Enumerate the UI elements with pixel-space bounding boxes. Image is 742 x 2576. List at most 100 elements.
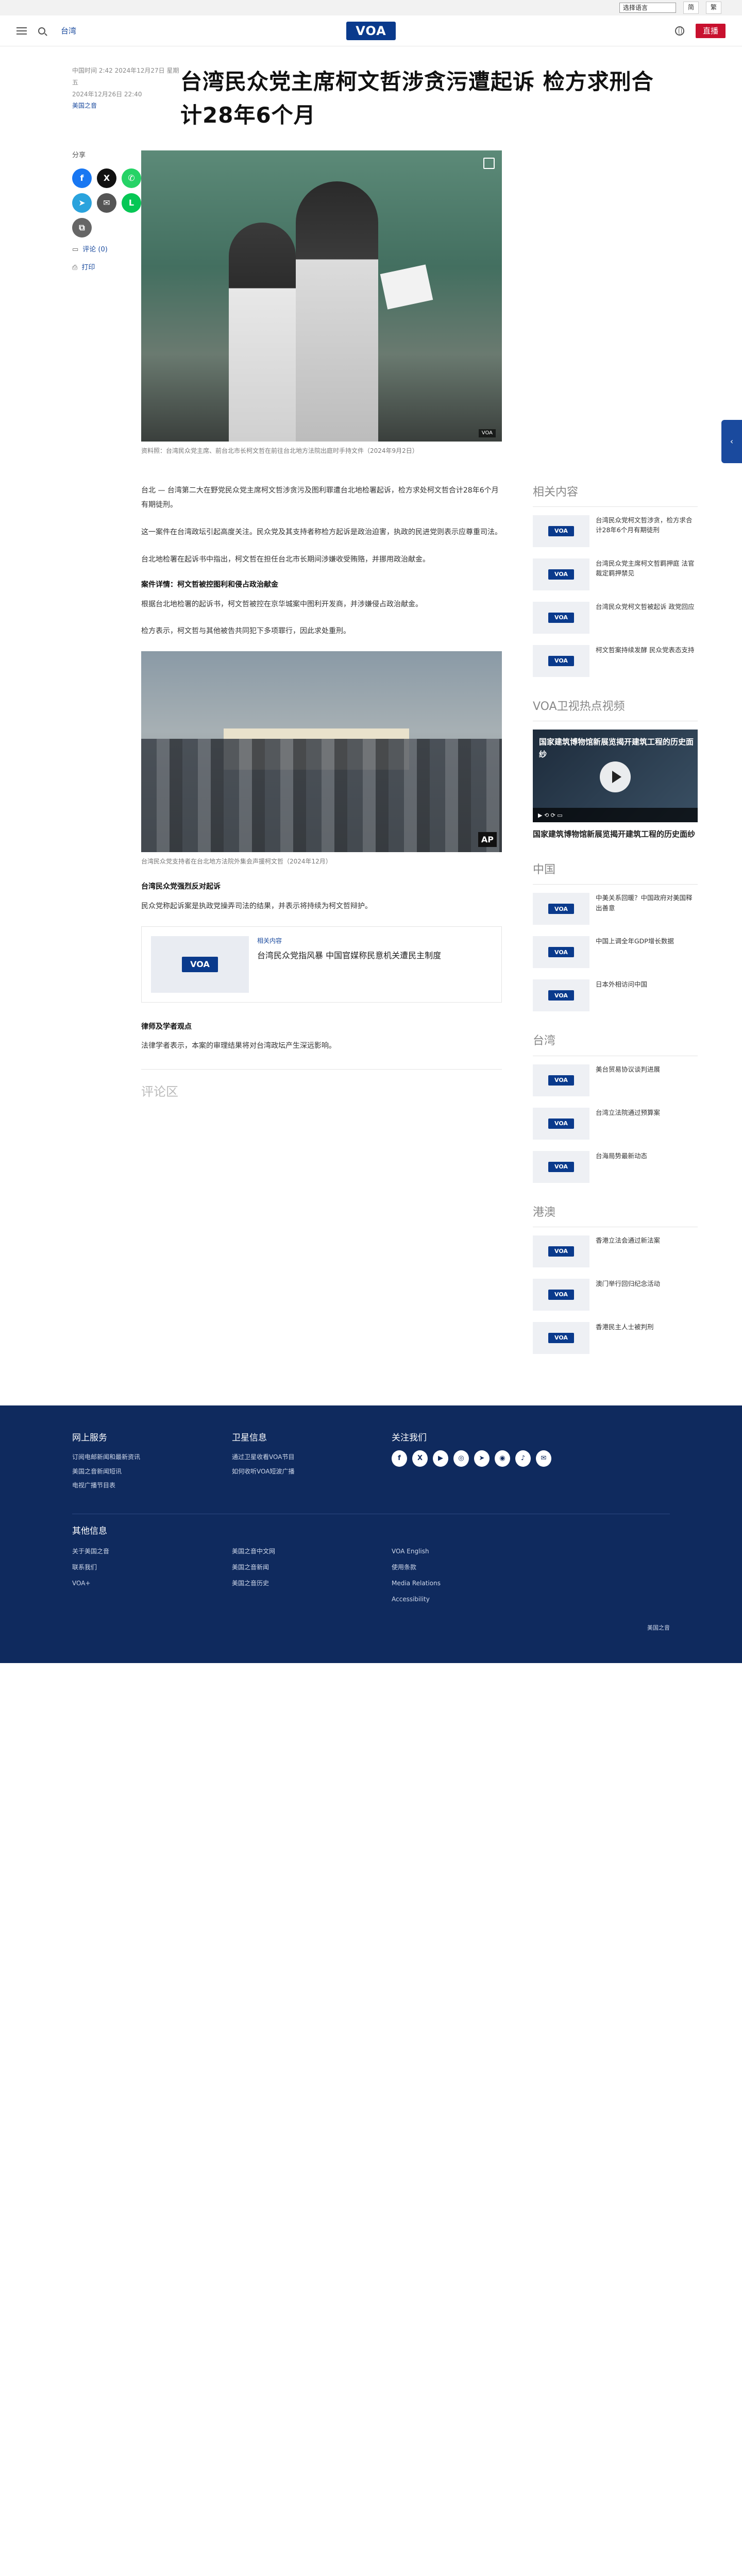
- footer-link[interactable]: 美国之音历史: [232, 1575, 392, 1591]
- footer-link[interactable]: [551, 1544, 670, 1560]
- related-card-title: 台湾民众党指风暴 中国官媒称民意机关遭民主制度: [257, 950, 442, 960]
- sidebar-item[interactable]: VOA 澳门举行回归纪念活动: [533, 1278, 698, 1311]
- traditional-button[interactable]: 繁: [705, 2, 721, 14]
- copyright: 美国之音: [647, 1624, 670, 1631]
- footer-link[interactable]: [551, 1560, 670, 1575]
- section-heading: 台湾民众党强烈反对起诉: [141, 883, 221, 891]
- voa-logo: VOA: [548, 569, 574, 580]
- sidebar-item[interactable]: VOA 美台贸易协议谈判进展: [533, 1064, 698, 1096]
- updated-date: 中国时间 2:42 2024年12月27日 星期五: [72, 67, 179, 86]
- sidebar-item[interactable]: VOA 台湾民众党主席柯文哲羁押庭 法官裁定羁押禁见: [533, 558, 698, 590]
- crowd: [141, 739, 502, 853]
- footer-link[interactable]: 电视广播节目表: [72, 1479, 232, 1493]
- menu-icon[interactable]: [16, 27, 27, 35]
- comment-section: 评论区: [141, 1069, 502, 1110]
- video-controls[interactable]: ▶ ⟲ ⟳ ▭: [533, 807, 698, 822]
- voa-logo: VOA: [182, 956, 218, 972]
- voa-logo: VOA: [548, 904, 574, 914]
- language-select[interactable]: 选择语言: [619, 3, 676, 13]
- share-sidebar: 分享 f X ✆ ➤ ✉ L ⧉ ▭ 评论 (0) ⎙ 打印: [72, 150, 141, 1375]
- footer-link[interactable]: 订阅电邮新闻和最新资讯: [72, 1450, 232, 1465]
- voa-logo: VOA: [548, 947, 574, 958]
- globe-icon[interactable]: [674, 26, 684, 36]
- author-link[interactable]: 美国之音: [72, 100, 180, 112]
- related-card-label: 相关内容: [257, 937, 282, 944]
- section-link[interactable]: 台湾: [61, 25, 76, 37]
- voa-logo: VOA: [548, 655, 574, 666]
- paragraph: 这一案件在台湾政坛引起高度关注。民众党及其支持者称检方起诉是政治迫害，执政的民进…: [141, 528, 502, 536]
- footer-link[interactable]: VOA English: [392, 1544, 551, 1560]
- chevron-left-icon: ‹: [730, 436, 734, 447]
- voa-logo[interactable]: VOA: [346, 22, 396, 40]
- voa-logo: VOA: [548, 1246, 574, 1257]
- x-icon[interactable]: X: [412, 1450, 428, 1467]
- paragraph: 法律学者表示，本案的审理结果将对台湾政坛产生深远影响。: [141, 1041, 336, 1050]
- footer-heading: 其他信息: [72, 1526, 107, 1536]
- email-icon[interactable]: ✉: [97, 193, 116, 213]
- sidebar-item[interactable]: VOA 香港民主人士被判刑: [533, 1321, 698, 1354]
- footer-link[interactable]: 使用条款: [392, 1560, 551, 1575]
- footer-link[interactable]: Accessibility: [392, 1591, 551, 1607]
- telegram-icon[interactable]: ➤: [474, 1450, 490, 1467]
- sidebar-item[interactable]: VOA 日本外相访问中国: [533, 979, 698, 1012]
- search-icon[interactable]: [38, 27, 45, 35]
- video-caption[interactable]: 国家建筑博物馆新展览揭开建筑工程的历史面纱: [533, 828, 698, 840]
- sidebar-item[interactable]: VOA 柯文哲案持续发酵 民众党表态支持: [533, 645, 698, 677]
- sidebar-item[interactable]: VOA 台湾民众党柯文哲被起诉 政党回应: [533, 601, 698, 634]
- voa-logo: VOA: [548, 1289, 574, 1300]
- live-button[interactable]: 直播: [695, 23, 726, 38]
- related-card[interactable]: VOA 相关内容 台湾民众党指风暴 中国官媒称民意机关遭民主制度: [141, 926, 502, 1003]
- paragraph: 台北 — 台湾第二大在野党民众党主席柯文哲涉贪污及图利罪遭台北地检署起诉，检方求…: [141, 486, 499, 510]
- email-icon[interactable]: ✉: [536, 1450, 551, 1467]
- rss-icon[interactable]: ◉: [495, 1450, 510, 1467]
- play-icon[interactable]: [600, 761, 631, 792]
- sidebar-item[interactable]: VOA 中国上调全年GDP增长数据: [533, 936, 698, 969]
- floating-panel-tab[interactable]: ‹: [721, 420, 742, 463]
- site-header: 台湾 VOA 直播: [0, 15, 742, 46]
- footer-link[interactable]: VOA+: [72, 1575, 232, 1591]
- print-icon: ⎙: [72, 263, 78, 272]
- sidebar-item[interactable]: VOA 台湾民众党柯文哲涉贪，检方求合计28年6个月有期徒刑: [533, 515, 698, 547]
- podcast-icon[interactable]: ♪: [515, 1450, 531, 1467]
- print-link[interactable]: ⎙ 打印: [72, 263, 141, 274]
- hero-caption: 资料照：台湾民众党主席、前台北市长柯文哲在前往台北地方法院出庭时手持文件（202…: [141, 447, 418, 455]
- related-card-thumb: VOA: [151, 936, 249, 993]
- article-meta: 中国时间 2:42 2024年12月27日 星期五 2024年12月26日 22…: [72, 65, 180, 132]
- hero-image: VOA: [141, 150, 502, 442]
- inline-photo: AP: [141, 651, 502, 853]
- comment-icon: ▭: [72, 245, 79, 253]
- sidebar-item[interactable]: VOA 香港立法会通过新法案: [533, 1235, 698, 1267]
- sidebar-item[interactable]: VOA 台湾立法院通过预算案: [533, 1107, 698, 1140]
- footer-link[interactable]: Media Relations: [392, 1575, 551, 1591]
- footer-link[interactable]: [72, 1591, 232, 1607]
- footer-link[interactable]: 美国之音新闻短讯: [72, 1465, 232, 1479]
- section-heading: 律师及学者观点: [141, 1022, 192, 1031]
- article-body: 台北 — 台湾第二大在野党民众党主席柯文哲涉贪污及图利罪遭台北地检署起诉，检方求…: [141, 483, 502, 1375]
- footer-link[interactable]: [232, 1591, 392, 1607]
- share-label: 分享: [72, 151, 86, 160]
- facebook-icon[interactable]: f: [392, 1450, 407, 1467]
- comment-link[interactable]: ▭ 评论 (0): [72, 245, 141, 256]
- footer-link[interactable]: 美国之音中文网: [232, 1544, 392, 1560]
- facebook-icon[interactable]: f: [72, 168, 92, 188]
- line-icon[interactable]: L: [122, 193, 141, 213]
- section-heading: 案件详情：柯文哲被控图利和侵占政治献金: [141, 581, 278, 589]
- footer-link[interactable]: 如何收听VOA短波广播: [232, 1465, 392, 1479]
- footer-link[interactable]: [551, 1575, 670, 1591]
- simplified-button[interactable]: 简: [683, 2, 699, 14]
- copy-link-icon[interactable]: ⧉: [72, 217, 92, 238]
- footer-link[interactable]: 通过卫星收看VOA节目: [232, 1450, 392, 1465]
- footer-link[interactable]: 联系我们: [72, 1560, 232, 1575]
- instagram-icon[interactable]: ◎: [453, 1450, 469, 1467]
- expand-icon[interactable]: [483, 158, 495, 170]
- sidebar-item[interactable]: VOA 中美关系回暖？中国政府对美国释出善意: [533, 893, 698, 925]
- footer-link[interactable]: 关于美国之音: [72, 1544, 232, 1560]
- footer-link[interactable]: 美国之音新闻: [232, 1560, 392, 1575]
- x-icon[interactable]: X: [97, 168, 116, 188]
- youtube-icon[interactable]: ▶: [433, 1450, 448, 1467]
- video-player[interactable]: 国家建筑博物馆新展览揭开建筑工程的历史面纱 ▶ ⟲ ⟳ ▭: [533, 729, 698, 822]
- telegram-icon[interactable]: ➤: [72, 193, 92, 213]
- sidebar-item[interactable]: VOA 台海局势最新动态: [533, 1150, 698, 1183]
- article-title: 台湾民众党主席柯文哲涉贪污遭起诉 检方求刑合计28年6个月: [180, 69, 654, 128]
- whatsapp-icon[interactable]: ✆: [122, 168, 141, 188]
